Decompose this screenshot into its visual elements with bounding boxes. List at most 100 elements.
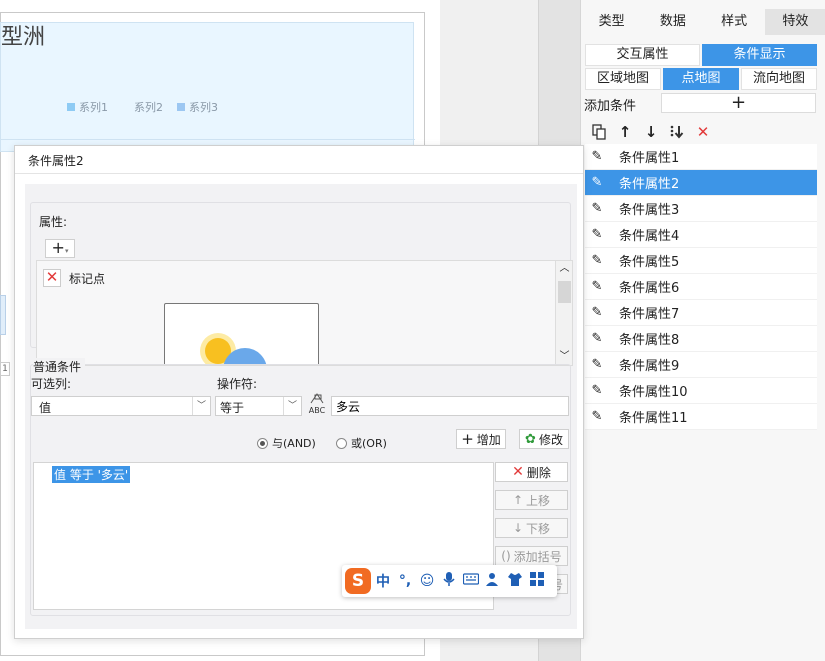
- add-condition-entry-button[interactable]: + 增加: [456, 429, 506, 449]
- column-select[interactable]: 值 ﹀: [31, 396, 211, 416]
- list-item[interactable]: ✎ 条件属性4: [585, 222, 817, 248]
- move-down-label: 下移: [526, 521, 551, 536]
- edit-condition-button[interactable]: ✿ 修改: [519, 429, 569, 449]
- remove-property-icon[interactable]: ✕: [43, 269, 61, 287]
- condition-list: ✎ 条件属性1 ✎ 条件属性2 ✎ 条件属性3 ✎ 条件属性4 ✎ 条件属性5 ✎ 条件属性…: [585, 144, 817, 430]
- column-select-value: 值: [39, 401, 52, 415]
- ime-language-toggle[interactable]: 中: [373, 571, 393, 591]
- radio-dot: [336, 437, 347, 449]
- list-item[interactable]: ✎ 条件属性6: [585, 274, 817, 300]
- move-up-label: 上移: [526, 493, 551, 508]
- chevron-down-icon: ﹀: [192, 397, 210, 415]
- arrow-down-icon: ↓: [512, 521, 524, 535]
- pencil-icon: ✎: [591, 149, 603, 164]
- radio-and-label: 与(AND): [272, 437, 316, 450]
- list-item[interactable]: ✎ 条件属性1: [585, 144, 817, 170]
- ime-skin-icon[interactable]: [505, 571, 525, 591]
- list-item[interactable]: ✎ 条件属性8: [585, 326, 817, 352]
- operator-select[interactable]: 等于 ﹀: [215, 396, 302, 416]
- delete-icon[interactable]: ✕: [693, 122, 713, 142]
- chart-title-fragment: 型洲: [1, 25, 46, 50]
- pencil-icon: ✎: [591, 383, 603, 398]
- abc-icon-text: ABC: [308, 406, 326, 415]
- move-bottom-icon[interactable]: [667, 122, 687, 142]
- condition-value-input[interactable]: [331, 396, 569, 416]
- operator-label: 操作符:: [217, 377, 258, 391]
- dialog-body: 属性: +▾ ✕ 标记点 ︿ ﹀ 普通条件 可选列: 操作符: 值 ﹀ 等于 ﹀…: [25, 184, 577, 629]
- canvas-stub-label: 1: [0, 362, 10, 376]
- top-tab-bar: 类型 数据 样式 特效: [581, 9, 825, 35]
- scroll-thumb[interactable]: [558, 281, 571, 303]
- edit-gear-icon: ✿: [525, 431, 536, 447]
- legend-label: 系列2: [134, 101, 163, 114]
- scroll-down-icon[interactable]: ﹀: [556, 349, 572, 365]
- ime-user-icon[interactable]: [483, 571, 503, 591]
- pencil-icon: ✎: [591, 175, 603, 190]
- radio-and[interactable]: 与(AND): [257, 435, 316, 451]
- legend-item-2: 系列2: [122, 99, 163, 115]
- property-scrollbar[interactable]: ︿ ﹀: [555, 261, 572, 365]
- legend-swatch: [177, 103, 185, 111]
- tab-flow-map[interactable]: 流向地图: [741, 68, 817, 90]
- radio-or[interactable]: 或(OR): [336, 435, 387, 451]
- condition-list-toolbar: ↑ ↓ ✕: [585, 121, 817, 143]
- property-group: 属性: +▾ ✕ 标记点 ︿ ﹀: [30, 202, 573, 366]
- tab-type[interactable]: 类型: [581, 9, 642, 35]
- add-bracket-button[interactable]: () 添加括号: [495, 546, 568, 566]
- plus-icon: +: [461, 430, 474, 448]
- ime-logo-icon[interactable]: S: [345, 568, 371, 594]
- list-item[interactable]: ✎ 条件属性11: [585, 404, 817, 430]
- arrow-up-icon[interactable]: ↑: [615, 122, 635, 142]
- legend-label: 系列1: [79, 101, 108, 114]
- scroll-up-icon[interactable]: ︿: [556, 261, 572, 277]
- chart-divider: [1, 139, 415, 140]
- tab-point-map[interactable]: 点地图: [663, 68, 739, 90]
- tab-effects[interactable]: 特效: [764, 9, 825, 35]
- property-label: 属性:: [39, 215, 68, 229]
- bracket-icon: (): [501, 549, 511, 563]
- list-item[interactable]: ✎ 条件属性7: [585, 300, 817, 326]
- condition-expression[interactable]: 值 等于 '多云': [52, 466, 131, 483]
- ime-grid-icon[interactable]: [527, 572, 547, 590]
- list-item[interactable]: ✎ 条件属性3: [585, 196, 817, 222]
- delete-condition-button[interactable]: ✕ 删除: [495, 462, 568, 482]
- list-item[interactable]: ✎ 条件属性5: [585, 248, 817, 274]
- add-property-button[interactable]: +▾: [45, 239, 75, 258]
- move-up-button[interactable]: ↑ 上移: [495, 490, 568, 510]
- ime-keyboard-icon[interactable]: [461, 573, 481, 589]
- tab-data[interactable]: 数据: [642, 9, 703, 35]
- ime-emoji-icon[interactable]: ☺: [417, 573, 437, 589]
- map-type-tab-bar: 区域地图 点地图 流向地图: [585, 68, 817, 90]
- close-icon: ✕: [512, 464, 524, 480]
- value-type-icon[interactable]: ABC: [306, 392, 328, 416]
- pencil-icon: ✎: [591, 357, 603, 372]
- delete-label: 删除: [526, 465, 551, 480]
- add-label: 增加: [476, 432, 501, 447]
- tab-style[interactable]: 样式: [704, 9, 765, 35]
- add-condition-button[interactable]: +: [661, 93, 816, 113]
- tab-region-map[interactable]: 区域地图: [585, 68, 661, 90]
- marker-preview[interactable]: [164, 303, 319, 365]
- list-item[interactable]: ✎ 条件属性10: [585, 378, 817, 404]
- arrow-down-icon[interactable]: ↓: [641, 122, 661, 142]
- add-condition-label: 添加条件: [584, 99, 637, 114]
- list-item[interactable]: ✎ 条件属性9: [585, 352, 817, 378]
- tab-conditional-display[interactable]: 条件显示: [702, 44, 817, 66]
- column-label: 可选列:: [31, 377, 72, 391]
- tab-interaction-props[interactable]: 交互属性: [585, 44, 700, 66]
- copy-icon[interactable]: [589, 122, 609, 142]
- operator-select-value: 等于: [220, 401, 245, 415]
- marker-property-row: ✕ 标记点: [43, 269, 105, 287]
- arrow-up-icon: ↑: [512, 493, 524, 507]
- list-item[interactable]: ✎ 条件属性2: [585, 170, 817, 196]
- ime-mic-icon[interactable]: [439, 571, 459, 591]
- pencil-icon: ✎: [591, 227, 603, 242]
- plus-icon: +: [51, 238, 65, 257]
- ime-punctuation-icon[interactable]: °,: [395, 573, 415, 589]
- chart-legend: 系列1 系列2 系列3: [67, 99, 218, 115]
- normal-condition-label: 普通条件: [33, 358, 86, 375]
- move-down-button[interactable]: ↓ 下移: [495, 518, 568, 538]
- pencil-icon: ✎: [591, 201, 603, 216]
- dialog-title: 条件属性2: [28, 154, 84, 168]
- legend-item-1: 系列1: [67, 99, 108, 115]
